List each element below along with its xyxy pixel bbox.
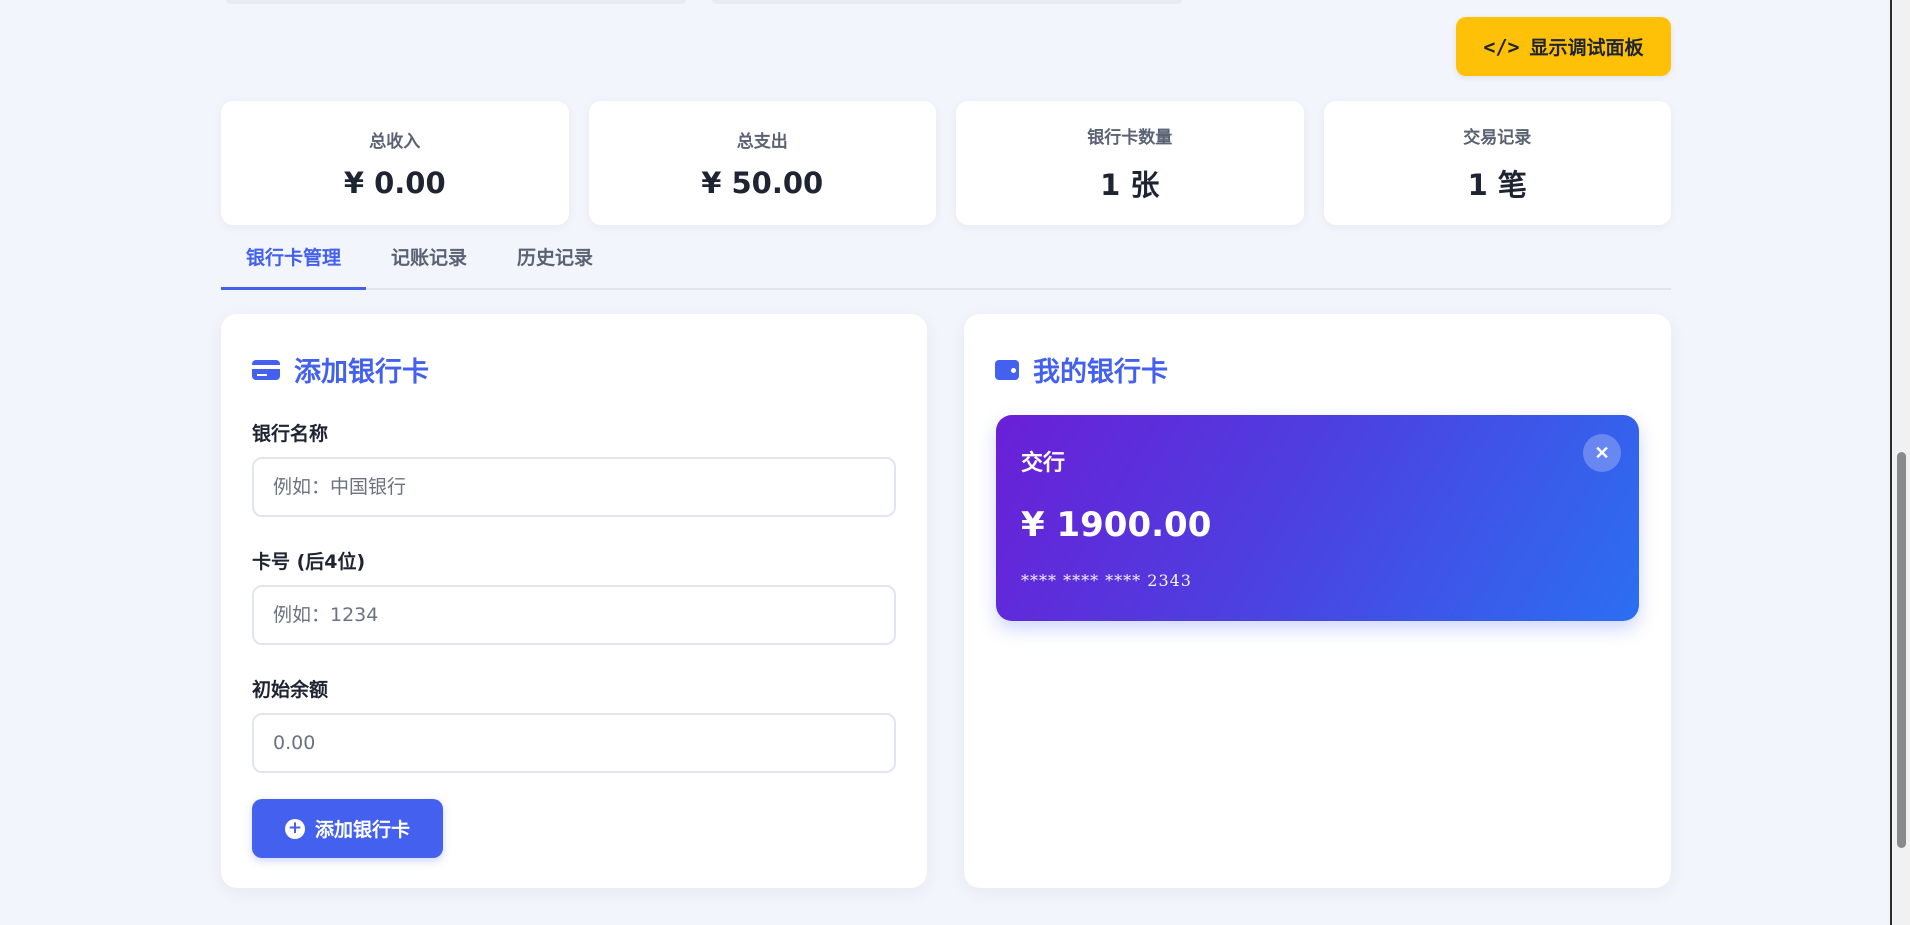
close-icon: ✕ [1594, 442, 1610, 463]
tab-history[interactable]: 历史记录 [492, 238, 618, 290]
bank-card-number: **** **** **** 2343 [1021, 571, 1192, 590]
tab-bookkeeping[interactable]: 记账记录 [366, 238, 492, 290]
stat-card-card-count: 银行卡数量 1 张 [956, 101, 1304, 225]
stat-value: 1 张 [1100, 167, 1160, 202]
top-ghost-panel-left [226, 0, 686, 4]
stat-value: 1 笔 [1467, 167, 1527, 202]
my-cards-title: 我的银行卡 [995, 350, 1168, 389]
add-card-title-text: 添加银行卡 [294, 357, 429, 388]
stat-label: 交易记录 [1463, 127, 1532, 148]
bank-card[interactable]: 交行 ¥ 1900.00 **** **** **** 2343 ✕ [996, 415, 1639, 621]
bank-card-name: 交行 [1021, 451, 1066, 476]
wallet-icon [995, 359, 1019, 380]
debug-button-label: 显示调试面板 [1529, 37, 1644, 59]
viewport-edge [1890, 0, 1892, 925]
initial-balance-label: 初始余额 [252, 679, 329, 701]
card-number-label: 卡号 (后4位) [252, 551, 366, 573]
bank-card-balance: ¥ 1900.00 [1021, 505, 1212, 545]
bank-name-label: 银行名称 [252, 423, 329, 445]
add-card-title: 添加银行卡 [252, 350, 429, 389]
my-cards-title-text: 我的银行卡 [1033, 357, 1168, 388]
my-cards-panel: 我的银行卡 交行 ¥ 1900.00 **** **** **** 2343 ✕ [964, 314, 1671, 888]
initial-balance-input[interactable] [252, 713, 896, 773]
stat-card-transaction-count: 交易记录 1 笔 [1323, 101, 1671, 225]
delete-card-button[interactable]: ✕ [1583, 434, 1621, 472]
add-card-button-label: 添加银行卡 [314, 819, 410, 841]
scrollbar-thumb[interactable] [1897, 452, 1906, 848]
plus-circle-icon: + [284, 818, 305, 839]
add-card-button[interactable]: + 添加银行卡 [252, 799, 443, 858]
stat-value: ¥ 50.00 [701, 165, 824, 200]
top-ghost-panel-right [712, 0, 1182, 4]
code-icon: </> [1483, 34, 1520, 59]
stats-row: 总收入 ¥ 0.00 总支出 ¥ 50.00 银行卡数量 1 张 交易记录 1 … [221, 101, 1671, 225]
stat-label: 银行卡数量 [1087, 127, 1173, 148]
tab-bar: 银行卡管理 记账记录 历史记录 [221, 238, 1671, 290]
card-number-input[interactable] [252, 585, 896, 645]
bank-name-input[interactable] [252, 457, 896, 517]
stat-value: ¥ 0.00 [343, 165, 446, 200]
credit-card-icon [252, 359, 280, 380]
tab-card-management[interactable]: 银行卡管理 [221, 238, 367, 290]
stat-card-total-expense: 总支出 ¥ 50.00 [588, 101, 936, 225]
stat-card-total-income: 总收入 ¥ 0.00 [221, 101, 569, 225]
stat-label: 总支出 [736, 131, 788, 152]
show-debug-panel-button[interactable]: </> 显示调试面板 [1456, 17, 1671, 76]
stat-label: 总收入 [369, 131, 421, 152]
add-card-panel: 添加银行卡 银行名称 卡号 (后4位) 初始余额 + 添加银行卡 [221, 314, 927, 888]
